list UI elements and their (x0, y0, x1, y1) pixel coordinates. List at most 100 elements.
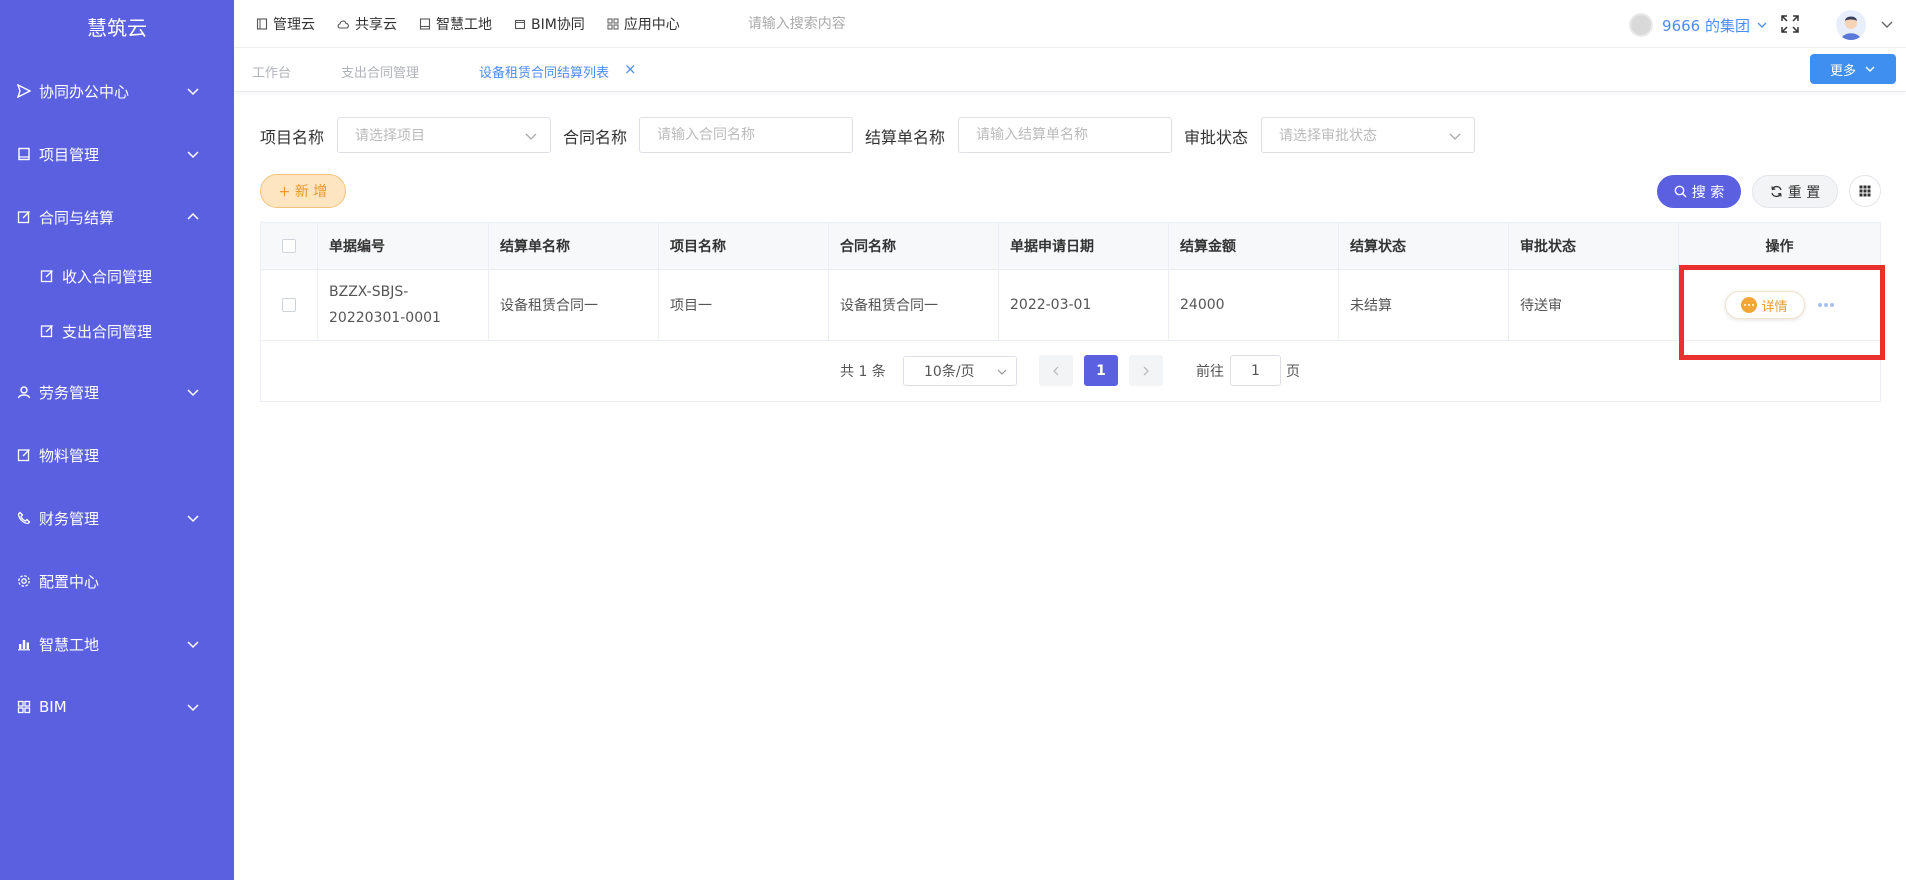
sidebar-item-bim[interactable]: BIM (0, 687, 234, 727)
goto-page-input[interactable] (1230, 355, 1281, 386)
top-link-management-cloud[interactable]: 管理云 (256, 14, 315, 34)
refresh-icon (1771, 185, 1782, 198)
edit-icon (40, 324, 54, 338)
project-filter-label: 项目名称 (260, 128, 325, 147)
column-settings-button[interactable] (1849, 175, 1881, 207)
sidebar-item-income-contract[interactable]: 收入合同管理 (0, 256, 234, 296)
top-link-label: 应用中心 (623, 16, 680, 33)
chevron-down-icon (187, 641, 199, 649)
book-icon (419, 17, 431, 30)
sidebar-item-label: 项目管理 (39, 145, 100, 164)
sidebar-item-collab-office[interactable]: 协同办公中心 (0, 71, 234, 111)
chevron-down-icon (1449, 133, 1461, 140)
sidebar-item-labor[interactable]: 劳务管理 (0, 372, 234, 412)
chevron-down-icon[interactable] (1880, 17, 1894, 31)
search-button[interactable]: 搜 索 (1657, 175, 1741, 208)
avatar[interactable] (1836, 10, 1866, 40)
edit-icon (40, 269, 54, 283)
chevron-down-icon (187, 88, 199, 96)
more-button-label: 更多 (1829, 63, 1856, 79)
sidebar-item-finance[interactable]: 财务管理 (0, 498, 234, 538)
global-search-input[interactable] (747, 15, 928, 32)
grid-icon (17, 700, 31, 714)
row-more-actions-icon[interactable] (1817, 303, 1835, 307)
top-header: 管理云 共享云 智慧工地 BIM协同 应用中心 9666 的集团 (234, 0, 1906, 48)
reset-button[interactable]: 重 置 (1752, 175, 1838, 208)
reset-button-label: 重 置 (1787, 184, 1821, 201)
close-icon[interactable]: × (624, 60, 637, 78)
sidebar-item-label: 收入合同管理 (62, 267, 153, 286)
tab-expense-contract[interactable]: 支出合同管理 (341, 62, 419, 81)
cell-doc-no: BZZX-SBJS-20220301-0001 (318, 270, 489, 340)
sidebar-item-config-center[interactable]: 配置中心 (0, 561, 234, 601)
top-link-smart-site[interactable]: 智慧工地 (419, 14, 492, 34)
chevron-left-icon (1053, 366, 1059, 375)
bar-chart-icon (17, 637, 31, 651)
goto-page-suffix: 页 (1286, 364, 1300, 380)
book-icon (17, 147, 31, 161)
settlement-filter-label: 结算单名称 (865, 128, 946, 147)
send-icon (17, 84, 31, 98)
chevron-down-icon (187, 151, 199, 159)
col-header-settle-name: 结算单名称 (489, 223, 659, 269)
chevron-down-icon (525, 133, 537, 140)
gear-icon (17, 574, 31, 588)
more-button[interactable]: 更多 (1810, 54, 1896, 84)
top-link-shared-cloud[interactable]: 共享云 (337, 14, 397, 34)
sidebar-item-label: BIM (39, 698, 67, 716)
col-header-doc-no: 单据编号 (318, 223, 489, 269)
sidebar: 慧筑云 协同办公中心 项目管理 合同与结算 收入合同管理 支出合同管理 劳务管理… (0, 0, 234, 880)
sidebar-item-contract-settlement[interactable]: 合同与结算 (0, 197, 234, 237)
user-avatar-icon (1841, 16, 1861, 40)
table-header: 单据编号 结算单名称 项目名称 合同名称 单据申请日期 结算金额 结算状态 审批… (261, 223, 1880, 270)
chevron-down-icon (997, 369, 1007, 375)
sidebar-item-label: 劳务管理 (39, 383, 100, 402)
org-name: 9666 的集团 (1662, 16, 1750, 35)
contract-filter-label: 合同名称 (563, 128, 628, 147)
approval-status-select[interactable]: 请选择审批状态 (1261, 117, 1475, 153)
chevron-down-icon (187, 389, 199, 397)
approval-filter-label: 审批状态 (1184, 128, 1249, 147)
prev-page-button[interactable] (1039, 355, 1073, 386)
settlement-name-input[interactable] (958, 117, 1172, 153)
edit-icon (17, 210, 31, 224)
sidebar-item-label: 智慧工地 (39, 635, 100, 654)
top-link-label: 共享云 (355, 16, 397, 33)
search-button-label: 搜 索 (1691, 184, 1725, 201)
cell-actions: 详情 (1679, 270, 1880, 340)
sidebar-item-smart-site[interactable]: 智慧工地 (0, 624, 234, 664)
col-header-contract: 合同名称 (829, 223, 999, 269)
sidebar-item-label: 支出合同管理 (62, 322, 153, 341)
fullscreen-icon[interactable] (1780, 14, 1800, 34)
org-switcher[interactable]: 9666 的集团 (1629, 13, 1768, 37)
box-icon (514, 19, 526, 29)
select-all-checkbox[interactable] (282, 239, 296, 253)
next-page-button[interactable] (1129, 355, 1163, 386)
search-icon (1674, 185, 1687, 198)
detail-button[interactable]: 详情 (1724, 291, 1805, 319)
chevron-down-icon (187, 704, 199, 712)
cell-project: 项目一 (659, 270, 829, 340)
sidebar-item-expense-contract[interactable]: 支出合同管理 (0, 311, 234, 351)
tabs-bar: 工作台 支出合同管理 设备租赁合同结算列表 × 更多 (234, 48, 1906, 92)
tab-equipment-lease-settlement[interactable]: 设备租赁合同结算列表 (479, 62, 609, 81)
doc-no-text: BZZX-SBJS-20220301-0001 (329, 284, 441, 326)
book-icon (256, 17, 268, 30)
add-button[interactable]: + 新 增 (260, 174, 346, 208)
contract-name-input[interactable] (639, 117, 853, 153)
col-header-settle-status: 结算状态 (1339, 223, 1509, 269)
top-nav: 管理云 共享云 智慧工地 BIM协同 应用中心 (234, 0, 928, 48)
sidebar-item-material[interactable]: 物料管理 (0, 435, 234, 475)
project-select[interactable]: 请选择项目 (337, 117, 551, 153)
top-link-bim-collab[interactable]: BIM协同 (514, 14, 585, 34)
row-checkbox[interactable] (282, 298, 296, 312)
tab-workbench[interactable]: 工作台 (252, 62, 291, 81)
page-size-value: 10条/页 (924, 364, 975, 380)
sidebar-item-project[interactable]: 项目管理 (0, 134, 234, 174)
detail-button-label: 详情 (1761, 299, 1788, 315)
cell-amount: 24000 (1169, 270, 1339, 340)
top-link-label: BIM协同 (531, 16, 585, 33)
top-link-app-center[interactable]: 应用中心 (607, 14, 680, 34)
page-number-button[interactable]: 1 (1084, 355, 1118, 386)
page-size-select[interactable]: 10条/页 (903, 356, 1017, 386)
